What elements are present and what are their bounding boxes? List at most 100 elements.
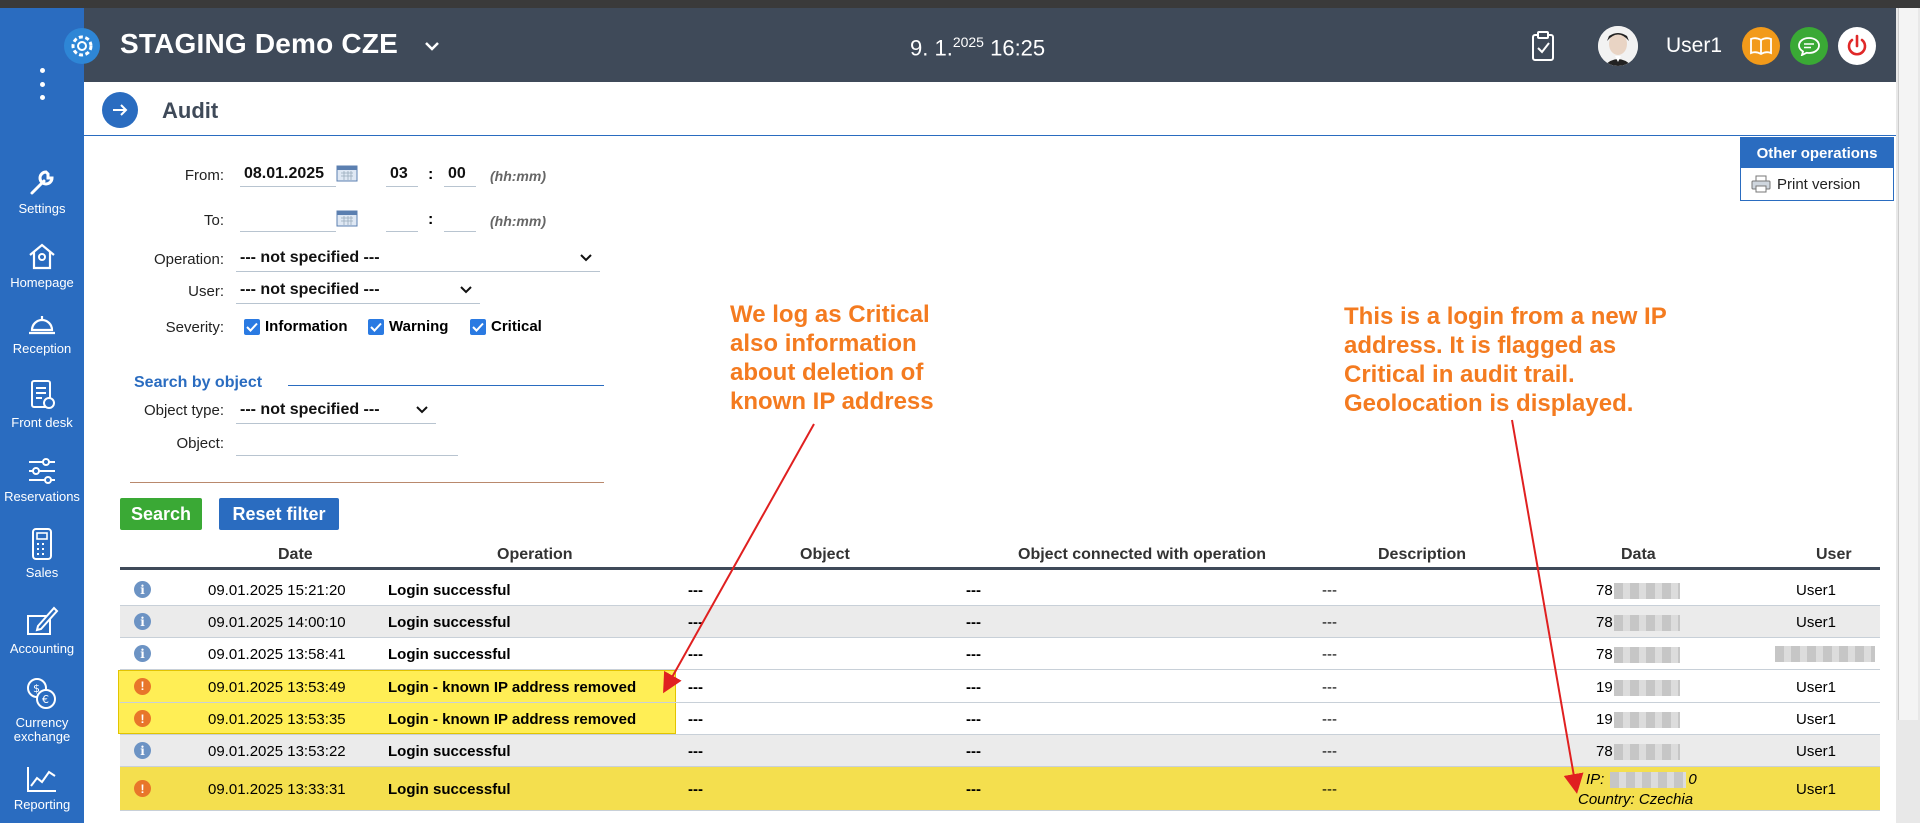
redacted-data	[1613, 583, 1680, 600]
object-section-title: Search by object	[134, 374, 263, 391]
cell-date: 09.01.2025 13:53:49	[208, 678, 346, 696]
sidebar-item-accounting[interactable]: Accounting	[0, 602, 84, 656]
redacted-data	[1613, 647, 1680, 664]
cell-connected: ---	[966, 582, 981, 599]
app-title[interactable]: STAGING Demo CZE	[120, 28, 398, 60]
table-row[interactable]: i 09.01.2025 13:58:41 Login successful --- -…	[120, 638, 1880, 670]
object-type-label: Object type:	[143, 402, 224, 419]
column-header-date[interactable]: Date	[278, 546, 313, 564]
sidebar: Settings Homepage Reception Front desk R…	[0, 8, 84, 823]
username[interactable]: User1	[1666, 34, 1722, 58]
time-text: 16:25	[990, 35, 1046, 61]
redacted-data	[1613, 679, 1680, 696]
sidebar-item-reception[interactable]: Reception	[0, 308, 84, 356]
sidebar-item-front-desk[interactable]: Front desk	[0, 376, 84, 430]
cell-date: 09.01.2025 14:00:10	[208, 614, 346, 631]
cell-description: ---	[1322, 582, 1337, 599]
cell-date: 09.01.2025 13:33:31	[208, 781, 346, 798]
from-date-field[interactable]: 08.01.2025	[240, 163, 336, 187]
search-button[interactable]: Search	[120, 498, 202, 530]
time-format-hint: (hh:mm)	[490, 168, 546, 184]
cell-description: ---	[1322, 743, 1337, 760]
cell-operation: Login successful	[388, 781, 511, 798]
cell-operation: Login - known IP address removed	[388, 711, 637, 728]
cell-date: 09.01.2025 13:58:41	[208, 646, 346, 663]
from-label: From:	[184, 167, 224, 184]
user-select[interactable]: --- not specified ---	[236, 278, 480, 304]
object-input[interactable]	[236, 432, 458, 456]
cell-date: 09.01.2025 15:21:20	[208, 582, 346, 599]
power-icon[interactable]	[1838, 27, 1876, 65]
column-header-data[interactable]: Data	[1621, 546, 1656, 564]
column-header-user[interactable]: User	[1816, 546, 1852, 564]
book-icon[interactable]	[1742, 27, 1780, 65]
calendar-icon[interactable]	[336, 164, 358, 182]
table-row[interactable]: i 09.01.2025 15:21:20 Login successful --- -…	[120, 574, 1880, 606]
annotation-line: This is a login from a new IP	[1344, 303, 1667, 330]
calendar-icon[interactable]	[336, 209, 358, 227]
severity-critical-checkbox[interactable]: Critical	[470, 318, 542, 335]
more-menu-icon[interactable]	[38, 68, 46, 100]
object-type-value: --- not specified ---	[240, 401, 380, 418]
settings-gear-icon[interactable]	[64, 28, 100, 64]
sidebar-item-sales[interactable]: Sales	[0, 526, 84, 580]
sidebar-item-settings[interactable]: Settings	[0, 166, 84, 216]
info-severity-icon: i	[134, 581, 151, 598]
critical-severity-icon: !	[134, 780, 151, 797]
to-hour-field[interactable]	[386, 208, 418, 232]
chevron-down-icon	[580, 254, 592, 262]
cell-user: User1	[1796, 711, 1837, 728]
pen-icon	[27, 606, 59, 635]
arrow-right-icon[interactable]	[102, 92, 138, 128]
cell-object: ---	[688, 743, 703, 760]
cell-operation: Login successful	[388, 646, 511, 663]
to-date-field[interactable]	[240, 208, 336, 232]
print-version-link[interactable]: Print version	[1741, 168, 1893, 200]
date-text: 9. 1.	[910, 35, 953, 61]
to-minute-field[interactable]	[444, 208, 476, 232]
column-header-connected[interactable]: Object connected with operation	[1018, 546, 1266, 564]
sidebar-item-reporting[interactable]: Reporting	[0, 764, 84, 812]
year-text: 2025	[952, 34, 984, 50]
user-select-value: --- not specified ---	[240, 281, 380, 298]
table-row[interactable]: ! 09.01.2025 13:53:35 Login - known IP add…	[120, 703, 1880, 735]
cell-connected: ---	[966, 781, 981, 798]
from-hour-field[interactable]: 03	[386, 163, 418, 187]
table-row[interactable]: i 09.01.2025 14:00:10 Login successful --- -…	[120, 606, 1880, 638]
severity-information-checkbox[interactable]: Information	[244, 318, 348, 335]
reset-filter-button[interactable]: Reset filter	[219, 498, 339, 530]
cell-user: User1	[1796, 781, 1837, 798]
operation-select[interactable]: --- not specified ---	[236, 246, 600, 272]
cell-user: User1	[1796, 743, 1837, 760]
form-divider	[130, 482, 604, 483]
chevron-down-icon[interactable]	[424, 38, 440, 56]
sidebar-item-currency-exchange[interactable]: $ € Currency exchange	[0, 676, 84, 744]
annotation-line: We log as Critical	[730, 301, 930, 328]
time-format-hint: (hh:mm)	[490, 213, 546, 229]
operation-label: Operation:	[153, 251, 224, 268]
object-type-select[interactable]: --- not specified ---	[236, 398, 436, 424]
section-divider	[288, 385, 604, 386]
from-minute-field[interactable]: 00	[444, 163, 476, 187]
severity-warning-checkbox[interactable]: Warning	[368, 318, 448, 335]
table-row[interactable]: ! 09.01.2025 13:53:49 Login - known IP add…	[120, 670, 1880, 703]
chat-icon[interactable]	[1790, 27, 1828, 65]
table-row[interactable]: i 09.01.2025 13:53:22 Login successful --- -…	[120, 735, 1880, 767]
other-operations-panel: Other operations Print version	[1740, 137, 1894, 201]
cell-data: 19	[1596, 679, 1680, 696]
cell-connected: ---	[966, 711, 981, 728]
cell-data: 78	[1596, 614, 1680, 632]
avatar[interactable]	[1598, 26, 1638, 66]
current-datetime: 9. 1.2025 16:25	[910, 34, 1045, 61]
annotation-line: Geolocation is displayed.	[1344, 390, 1634, 417]
sidebar-item-reservations[interactable]: Reservations	[0, 456, 84, 504]
scrollbar-thumb[interactable]	[1898, 8, 1918, 720]
column-header-description[interactable]: Description	[1378, 546, 1466, 564]
sidebar-item-homepage[interactable]: Homepage	[0, 240, 84, 290]
column-header-object[interactable]: Object	[800, 546, 850, 564]
chevron-down-icon	[416, 406, 428, 414]
column-header-operation[interactable]: Operation	[497, 546, 573, 564]
clipboard-check-icon[interactable]	[1530, 30, 1556, 67]
table-row[interactable]: ! 09.01.2025 13:33:31 Login successful --- -…	[120, 767, 1880, 811]
cell-description: ---	[1322, 678, 1337, 696]
